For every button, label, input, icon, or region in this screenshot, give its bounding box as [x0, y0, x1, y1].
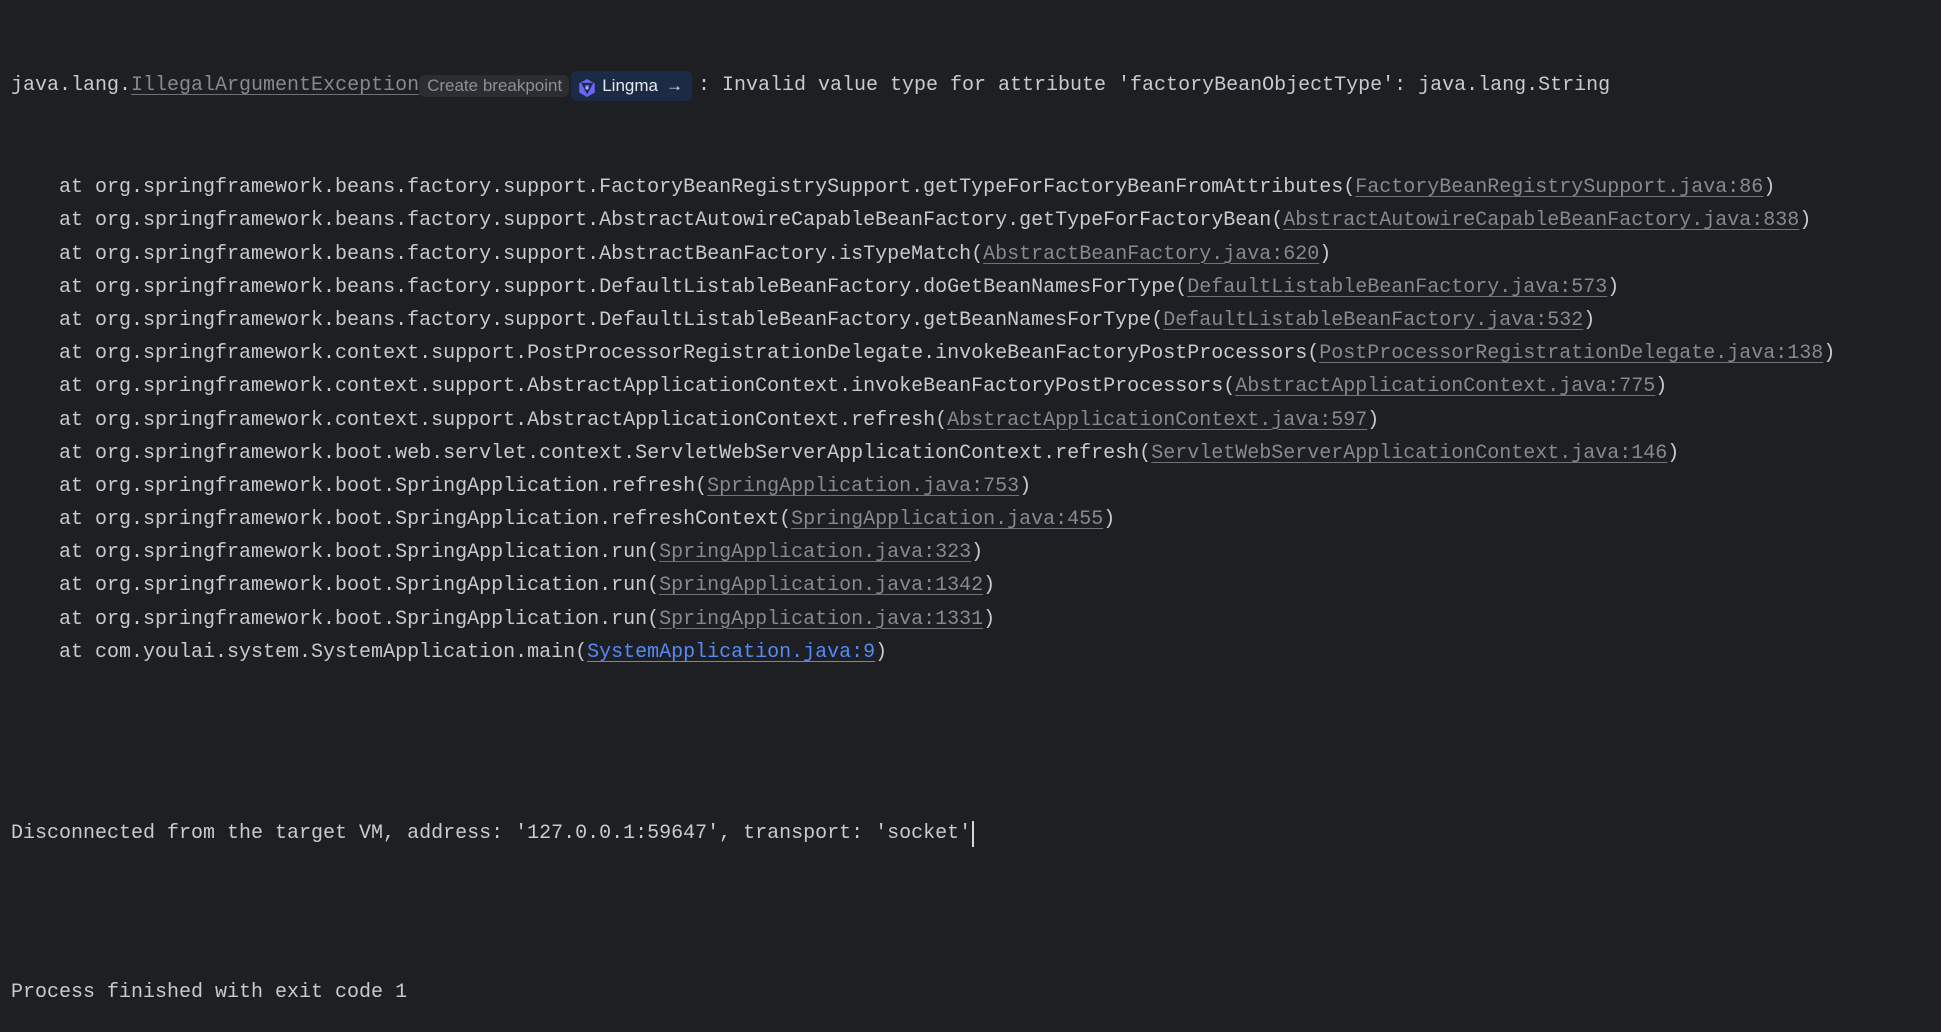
frame-method: org.springframework.beans.factory.suppor… — [95, 242, 984, 266]
disconnect-line: Disconnected from the target VM, address… — [11, 817, 1835, 850]
frame-method: org.springframework.context.support.Abst… — [95, 375, 1236, 399]
frame-prefix: at — [59, 474, 96, 498]
text-cursor — [972, 820, 975, 847]
frame-source-link[interactable]: SystemApplication.java:9 — [587, 636, 875, 669]
frame-suffix: ) — [875, 640, 888, 664]
frame-prefix: at — [59, 408, 96, 432]
frame-source-link[interactable]: SpringApplication.java:323 — [659, 536, 971, 569]
exit-line: Process finished with exit code 1 — [11, 976, 1835, 1009]
frame-method: org.springframework.boot.SpringApplicati… — [95, 574, 660, 598]
lingma-logo-icon — [577, 76, 597, 97]
create-breakpoint-label: Create breakpoint — [427, 76, 563, 95]
lingma-label: Lingma — [602, 76, 658, 95]
frame-source-link[interactable]: ServletWebServerApplicationContext.java:… — [1151, 437, 1667, 470]
console-output[interactable]: java.lang. IllegalArgumentException Create… — [11, 23, 1835, 1032]
frame-prefix: at — [59, 640, 96, 664]
stack-frame: at com.youlai.system.SystemApplication.m… — [11, 636, 1835, 669]
frame-source-link[interactable]: AbstractAutowireCapableBeanFactory.java:… — [1283, 204, 1799, 237]
frame-prefix: at — [59, 441, 96, 465]
frame-prefix: at — [59, 508, 96, 532]
frame-suffix: ) — [983, 607, 996, 631]
frame-suffix: ) — [1799, 209, 1812, 233]
frame-source-link[interactable]: SpringApplication.java:455 — [791, 503, 1103, 536]
frame-suffix: ) — [1823, 342, 1836, 366]
frame-source-link[interactable]: AbstractBeanFactory.java:620 — [983, 238, 1319, 271]
frame-method: org.springframework.boot.SpringApplicati… — [95, 607, 660, 631]
frame-suffix: ) — [1607, 275, 1620, 299]
exception-package: java.lang. — [11, 74, 132, 97]
frame-method: org.springframework.context.support.Post… — [95, 342, 1320, 366]
frame-method: org.springframework.beans.factory.suppor… — [95, 209, 1284, 233]
frame-suffix: ) — [1763, 176, 1776, 200]
frame-suffix: ) — [1367, 408, 1380, 432]
frame-suffix: ) — [971, 541, 984, 565]
arrow-right-icon: → — [665, 76, 683, 95]
frame-source-link[interactable]: SpringApplication.java:753 — [707, 470, 1019, 503]
disconnect-message: Disconnected from the target VM, address… — [11, 822, 972, 846]
frame-suffix: ) — [1103, 508, 1116, 532]
frame-prefix: at — [59, 242, 96, 266]
frame-suffix: ) — [1019, 474, 1032, 498]
stack-frame: at org.springframework.boot.SpringApplic… — [11, 503, 1835, 536]
frame-method: org.springframework.boot.SpringApplicati… — [95, 508, 792, 532]
stack-frame: at org.springframework.beans.factory.sup… — [11, 238, 1835, 271]
stack-frame: at org.springframework.boot.SpringApplic… — [11, 569, 1835, 602]
frame-method: com.youlai.system.SystemApplication.main… — [95, 640, 588, 664]
exit-message: Process finished with exit code 1 — [11, 980, 408, 1004]
frame-source-link[interactable]: AbstractApplicationContext.java:597 — [947, 404, 1367, 437]
frame-prefix: at — [59, 176, 96, 200]
stack-frame: at org.springframework.beans.factory.sup… — [11, 171, 1835, 204]
frame-prefix: at — [59, 607, 96, 631]
frame-suffix: ) — [1655, 375, 1668, 399]
frame-method: org.springframework.beans.factory.suppor… — [95, 275, 1188, 299]
frame-prefix: at — [59, 275, 96, 299]
frame-source-link[interactable]: AbstractApplicationContext.java:775 — [1235, 370, 1655, 403]
frame-prefix: at — [59, 308, 96, 332]
frame-method: org.springframework.boot.SpringApplicati… — [95, 474, 708, 498]
frame-prefix: at — [59, 574, 96, 598]
frame-method: org.springframework.boot.web.servlet.con… — [95, 441, 1152, 465]
frame-method: org.springframework.boot.SpringApplicati… — [95, 541, 660, 565]
stack-frame: at org.springframework.beans.factory.sup… — [11, 304, 1835, 337]
frame-source-link[interactable]: SpringApplication.java:1331 — [659, 603, 983, 636]
frame-suffix: ) — [983, 574, 996, 598]
frame-suffix: ) — [1667, 441, 1680, 465]
exception-class-link[interactable]: IllegalArgumentException — [131, 69, 419, 102]
stack-frame: at org.springframework.beans.factory.sup… — [11, 271, 1835, 304]
lingma-ai-button[interactable]: Lingma → — [571, 70, 692, 101]
frame-source-link[interactable]: DefaultListableBeanFactory.java:532 — [1163, 304, 1583, 337]
frame-source-link[interactable]: DefaultListableBeanFactory.java:573 — [1187, 271, 1607, 304]
exception-line: java.lang. IllegalArgumentException Create… — [11, 69, 1835, 102]
frame-prefix: at — [59, 375, 96, 399]
stack-frame: at org.springframework.context.support.P… — [11, 337, 1835, 370]
stack-frame: at org.springframework.context.support.A… — [11, 370, 1835, 403]
frame-method: org.springframework.beans.factory.suppor… — [95, 176, 1356, 200]
frame-prefix: at — [59, 342, 96, 366]
frame-prefix: at — [59, 541, 96, 565]
stack-frame: at org.springframework.boot.SpringApplic… — [11, 470, 1835, 503]
stack-frame: at org.springframework.beans.factory.sup… — [11, 204, 1835, 237]
frame-source-link[interactable]: SpringApplication.java:1342 — [659, 569, 983, 602]
stack-trace: at org.springframework.beans.factory.sup… — [11, 171, 1835, 669]
frame-method: org.springframework.beans.factory.suppor… — [95, 308, 1164, 332]
stack-frame: at org.springframework.context.support.A… — [11, 404, 1835, 437]
stack-frame: at org.springframework.boot.SpringApplic… — [11, 603, 1835, 636]
stack-frame: at org.springframework.boot.SpringApplic… — [11, 536, 1835, 569]
frame-prefix: at — [59, 209, 96, 233]
frame-suffix: ) — [1583, 308, 1596, 332]
create-breakpoint-button[interactable]: Create breakpoint — [419, 74, 570, 97]
exception-message: : Invalid value type for attribute 'fact… — [697, 74, 1611, 97]
frame-source-link[interactable]: FactoryBeanRegistrySupport.java:86 — [1355, 171, 1763, 204]
frame-method: org.springframework.context.support.Abst… — [95, 408, 948, 432]
frame-suffix: ) — [1319, 242, 1332, 266]
frame-source-link[interactable]: PostProcessorRegistrationDelegate.java:1… — [1319, 337, 1823, 370]
stack-frame: at org.springframework.boot.web.servlet.… — [11, 437, 1835, 470]
